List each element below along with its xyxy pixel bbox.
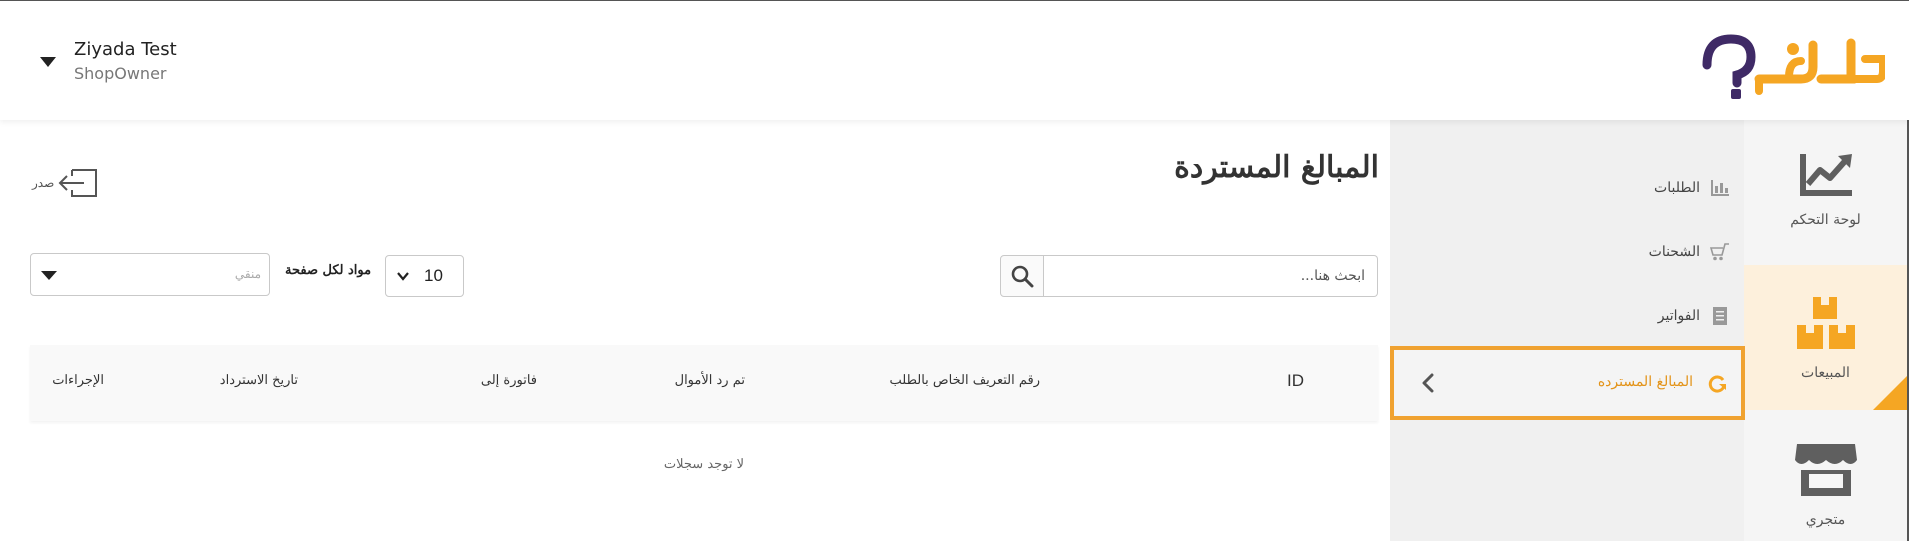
column-header-invoice-to[interactable]: فاتورة إلى — [481, 373, 537, 388]
search-bar — [1000, 255, 1378, 297]
user-name: Ziyada Test — [74, 39, 177, 60]
submenu-item-label: المبالغ المسترده — [1597, 374, 1693, 390]
caret-down-icon[interactable] — [40, 57, 56, 67]
search-input[interactable] — [1044, 255, 1378, 297]
user-role: ShopOwner — [74, 64, 167, 83]
filter-placeholder: منقي — [234, 267, 261, 281]
submenu-item-label: الشحنات — [1648, 244, 1700, 260]
submenu-item-shipments[interactable]: الشحنات — [1649, 242, 1730, 262]
caret-down-icon — [41, 271, 57, 280]
per-page-select[interactable]: 10 — [385, 255, 464, 297]
main-nav-rail: لوحة التحكم المبيعات متجري — [1744, 120, 1907, 541]
search-icon — [1011, 265, 1034, 288]
chart-trend-icon — [1799, 154, 1852, 196]
cart-icon — [1710, 242, 1730, 262]
submenu-item-orders[interactable]: الطلبات — [1654, 178, 1730, 198]
chevron-left-icon[interactable] — [1416, 370, 1442, 396]
submenu-item-label: الطلبات — [1654, 180, 1700, 196]
store-icon — [1794, 444, 1857, 496]
top-header: Ziyada Test ShopOwner — [0, 0, 1909, 120]
export-icon — [58, 169, 98, 197]
submenu-item-label: الفواتير — [1657, 308, 1700, 324]
per-page-label: مواد لكل صفحة — [285, 263, 372, 278]
export-label: صدر — [32, 176, 55, 190]
sales-submenu: الطلبات الشحنات الفواتير المبالغ المسترد… — [1390, 120, 1745, 541]
submenu-item-refunds[interactable]: المبالغ المسترده — [1390, 346, 1745, 420]
column-header-order-id[interactable]: رقم التعريف الخاص بالطلب — [890, 373, 1040, 388]
brand-logo — [1702, 34, 1885, 99]
column-header-refunded[interactable]: تم رد الأموال — [675, 373, 745, 388]
rail-item-sales[interactable]: المبيعات — [1744, 265, 1907, 410]
filter-dropdown[interactable]: منقي — [30, 253, 270, 296]
rail-item-label: لوحة التحكم — [1790, 212, 1861, 228]
empty-state-text: لا توجد سجلات — [663, 457, 745, 472]
submenu-item-invoices[interactable]: الفواتير — [1658, 306, 1730, 326]
user-menu[interactable]: Ziyada Test ShopOwner — [40, 37, 177, 85]
chevron-down-icon — [397, 272, 409, 281]
rail-item-label: متجري — [1805, 512, 1846, 528]
page-title: المبالغ المستردة — [1174, 150, 1379, 185]
user-info: Ziyada Test ShopOwner — [74, 37, 177, 85]
active-corner-marker — [1873, 376, 1907, 410]
invoice-icon — [1710, 306, 1730, 326]
boxes-icon — [1796, 297, 1855, 349]
rail-item-label: المبيعات — [1801, 365, 1850, 381]
per-page-value: 10 — [424, 266, 443, 285]
search-button[interactable] — [1000, 255, 1044, 297]
bar-chart-icon — [1710, 178, 1730, 198]
column-header-actions: الإجراءات — [52, 373, 104, 388]
column-header-refund-date[interactable]: تاريخ الاسترداد — [220, 373, 298, 388]
export-button[interactable]: صدر — [32, 168, 98, 198]
rail-item-dashboard[interactable]: لوحة التحكم — [1744, 120, 1907, 265]
column-header-id[interactable]: ID — [1287, 371, 1304, 391]
refresh-icon — [1708, 375, 1726, 393]
table-header: ID رقم التعريف الخاص بالطلب تم رد الأموا… — [30, 345, 1378, 421]
rail-item-my-store[interactable]: متجري — [1744, 410, 1907, 541]
